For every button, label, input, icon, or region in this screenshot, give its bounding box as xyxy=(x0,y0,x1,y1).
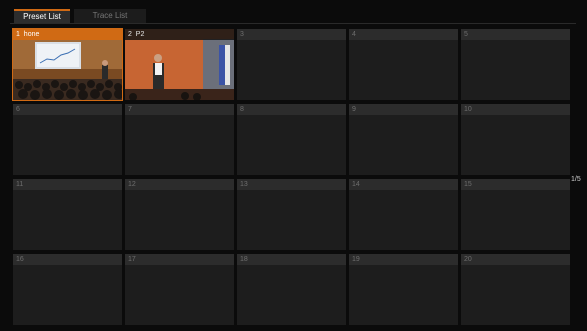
preset-label-16: 16 xyxy=(13,254,122,265)
preset-cell-11[interactable]: 11 xyxy=(13,179,122,250)
preset-cell-7[interactable]: 7 xyxy=(125,104,234,175)
preset-label-11: 11 xyxy=(13,179,122,190)
preset-label-2: 2 P2 xyxy=(125,29,234,40)
preset-cell-16[interactable]: 16 xyxy=(13,254,122,325)
preset-cell-5[interactable]: 5 xyxy=(461,29,570,100)
preset-cell-8[interactable]: 8 xyxy=(237,104,346,175)
preset-cell-12[interactable]: 12 xyxy=(125,179,234,250)
preset-label-19: 19 xyxy=(349,254,458,265)
preset-cell-1[interactable]: 1 hone xyxy=(12,28,123,101)
preset-cell-20[interactable]: 20 xyxy=(461,254,570,325)
preset-label-8: 8 xyxy=(237,104,346,115)
preset-label-20: 20 xyxy=(461,254,570,265)
tab-preset-list[interactable]: Preset List xyxy=(14,9,70,23)
preset-cell-3[interactable]: 3 xyxy=(237,29,346,100)
preset-cell-2[interactable]: 2 P2 xyxy=(125,29,234,100)
preset-label-7: 7 xyxy=(125,104,234,115)
preset-cell-18[interactable]: 18 xyxy=(237,254,346,325)
tab-bar: Preset List Trace List xyxy=(10,9,576,24)
preset-label-12: 12 xyxy=(125,179,234,190)
preset-label-13: 13 xyxy=(237,179,346,190)
preset-label-10: 10 xyxy=(461,104,570,115)
preset-label-4: 4 xyxy=(349,29,458,40)
preset-label-9: 9 xyxy=(349,104,458,115)
preset-label-6: 6 xyxy=(13,104,122,115)
preset-cell-10[interactable]: 10 xyxy=(461,104,570,175)
preset-label-3: 3 xyxy=(237,29,346,40)
preset-cell-4[interactable]: 4 xyxy=(349,29,458,100)
preset-label-14: 14 xyxy=(349,179,458,190)
preset-label-18: 18 xyxy=(237,254,346,265)
preset-cell-14[interactable]: 14 xyxy=(349,179,458,250)
preset-label-1: 1 hone xyxy=(13,29,122,40)
page-indicator: 1/5 xyxy=(571,176,581,183)
preset-cell-6[interactable]: 6 xyxy=(13,104,122,175)
preset-label-5: 5 xyxy=(461,29,570,40)
preset-cell-19[interactable]: 19 xyxy=(349,254,458,325)
preset-cell-13[interactable]: 13 xyxy=(237,179,346,250)
preset-label-15: 15 xyxy=(461,179,570,190)
preset-cell-9[interactable]: 9 xyxy=(349,104,458,175)
preset-cell-17[interactable]: 17 xyxy=(125,254,234,325)
preset-label-17: 17 xyxy=(125,254,234,265)
tab-trace-list[interactable]: Trace List xyxy=(74,9,146,23)
preset-grid: 1 hone 2 P2 3 4 5 6 7 8 9 10 11 12 13 14 xyxy=(12,28,570,327)
preset-cell-15[interactable]: 15 xyxy=(461,179,570,250)
